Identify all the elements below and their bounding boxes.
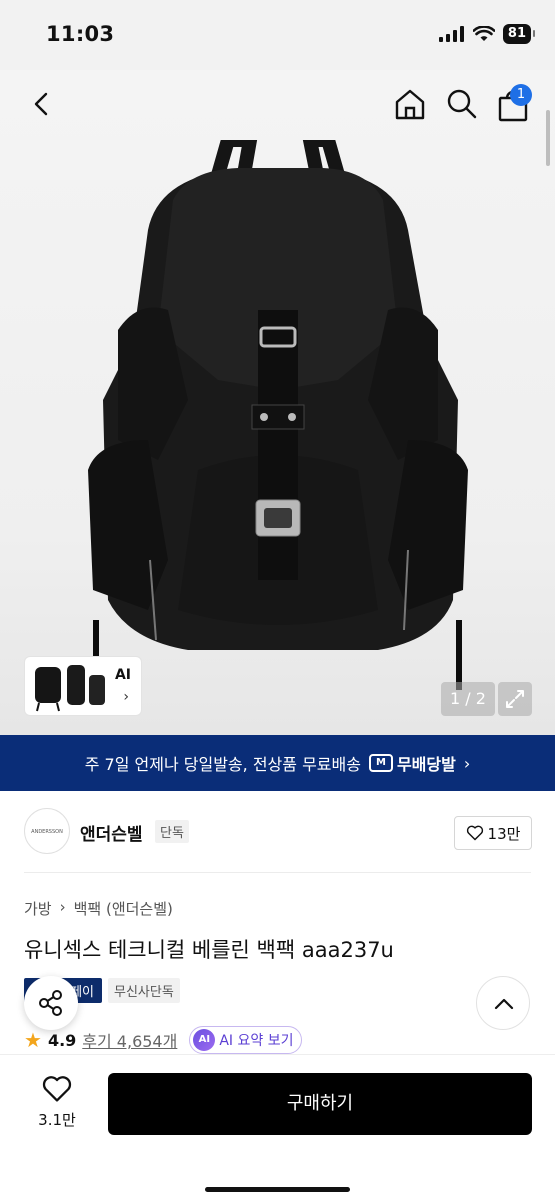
breadcrumb-category[interactable]: 가방 <box>24 898 52 919</box>
product-image-gallery[interactable]: AI › 1 / 2 <box>0 70 555 735</box>
search-icon[interactable] <box>444 86 480 122</box>
brand-like-count: 13만 <box>487 824 521 843</box>
scroll-top-button[interactable] <box>476 976 530 1030</box>
wifi-icon <box>472 26 495 41</box>
favorite-button[interactable]: 3.1만 <box>30 1075 84 1130</box>
delivery-banner[interactable]: 주 7일 언제나 당일발송, 전상품 무료배송 M 무배당발 › <box>0 735 555 791</box>
bottom-action-bar: 3.1만 구매하기 <box>0 1054 555 1200</box>
brand-name[interactable]: 앤더슨벨 <box>80 820 143 845</box>
ai-summary-label: AI 요약 보기 <box>219 1033 294 1049</box>
delivery-logo-icon: M <box>368 754 393 772</box>
image-pager: 1 / 2 <box>441 682 495 716</box>
rating-value: 4.9 <box>47 1030 77 1050</box>
share-icon <box>39 990 62 1016</box>
review-link[interactable]: 후기 4,654개 <box>82 1028 177 1052</box>
delivery-brand: M 무배당발 <box>368 751 456 775</box>
status-bar: 11:03 81 <box>0 0 555 70</box>
rating-row: ★ 4.9 후기 4,654개 AI AI 요약 보기 <box>24 1026 303 1054</box>
thumbnail-images <box>35 665 105 712</box>
thumbnail-strip[interactable]: AI › <box>24 656 142 716</box>
brand-like-button[interactable]: 13만 <box>454 816 532 850</box>
home-icon[interactable] <box>392 86 428 122</box>
brand-row: ANDERSSON BELL 앤더슨벨 단독 13만 <box>0 808 555 858</box>
brand-exclusive-tag: 단독 <box>155 820 189 843</box>
chevron-right-icon: › <box>59 898 66 916</box>
buy-button[interactable]: 구매하기 <box>108 1073 532 1135</box>
top-navigation: 1 <box>0 70 555 140</box>
heart-icon <box>42 1076 72 1102</box>
back-arrow-icon[interactable] <box>26 88 58 120</box>
cart-count-badge: 1 <box>510 84 532 106</box>
divider <box>24 872 531 873</box>
thumbnail-ai-label: AI <box>114 667 131 683</box>
product-tag-exclusive: 무신사단독 <box>108 978 180 1003</box>
battery-indicator: 81 <box>502 24 536 44</box>
breadcrumb: 가방 › 백팩 (앤더슨벨) <box>24 898 173 919</box>
share-button[interactable] <box>24 976 78 1030</box>
home-indicator <box>205 1187 350 1192</box>
status-icons: 81 <box>438 24 536 44</box>
signal-icon <box>438 26 464 42</box>
brand-logo[interactable]: ANDERSSON BELL <box>24 808 70 854</box>
chevron-right-icon: › <box>463 753 471 773</box>
breadcrumb-subcategory[interactable]: 백팩 (앤더슨벨) <box>74 898 173 919</box>
expand-icon <box>506 690 524 708</box>
backpack-image <box>88 140 468 690</box>
favorite-count: 3.1만 <box>38 1111 76 1129</box>
heart-icon <box>466 825 483 841</box>
chevron-right-icon: › <box>123 689 129 705</box>
chevron-up-icon <box>494 998 514 1010</box>
delivery-banner-text: 주 7일 언제나 당일발송, 전상품 무료배송 <box>84 755 361 774</box>
status-time: 11:03 <box>46 22 115 46</box>
ai-summary-button[interactable]: AI AI 요약 보기 <box>189 1026 303 1054</box>
scrollbar[interactable] <box>546 110 550 166</box>
ai-icon: AI <box>193 1029 216 1051</box>
expand-button[interactable] <box>498 682 532 716</box>
product-title: 유니섹스 테크니컬 베를린 백팩 aaa237u <box>24 938 394 962</box>
star-icon: ★ <box>24 1028 42 1052</box>
delivery-brand-label: 무배당발 <box>396 755 456 774</box>
